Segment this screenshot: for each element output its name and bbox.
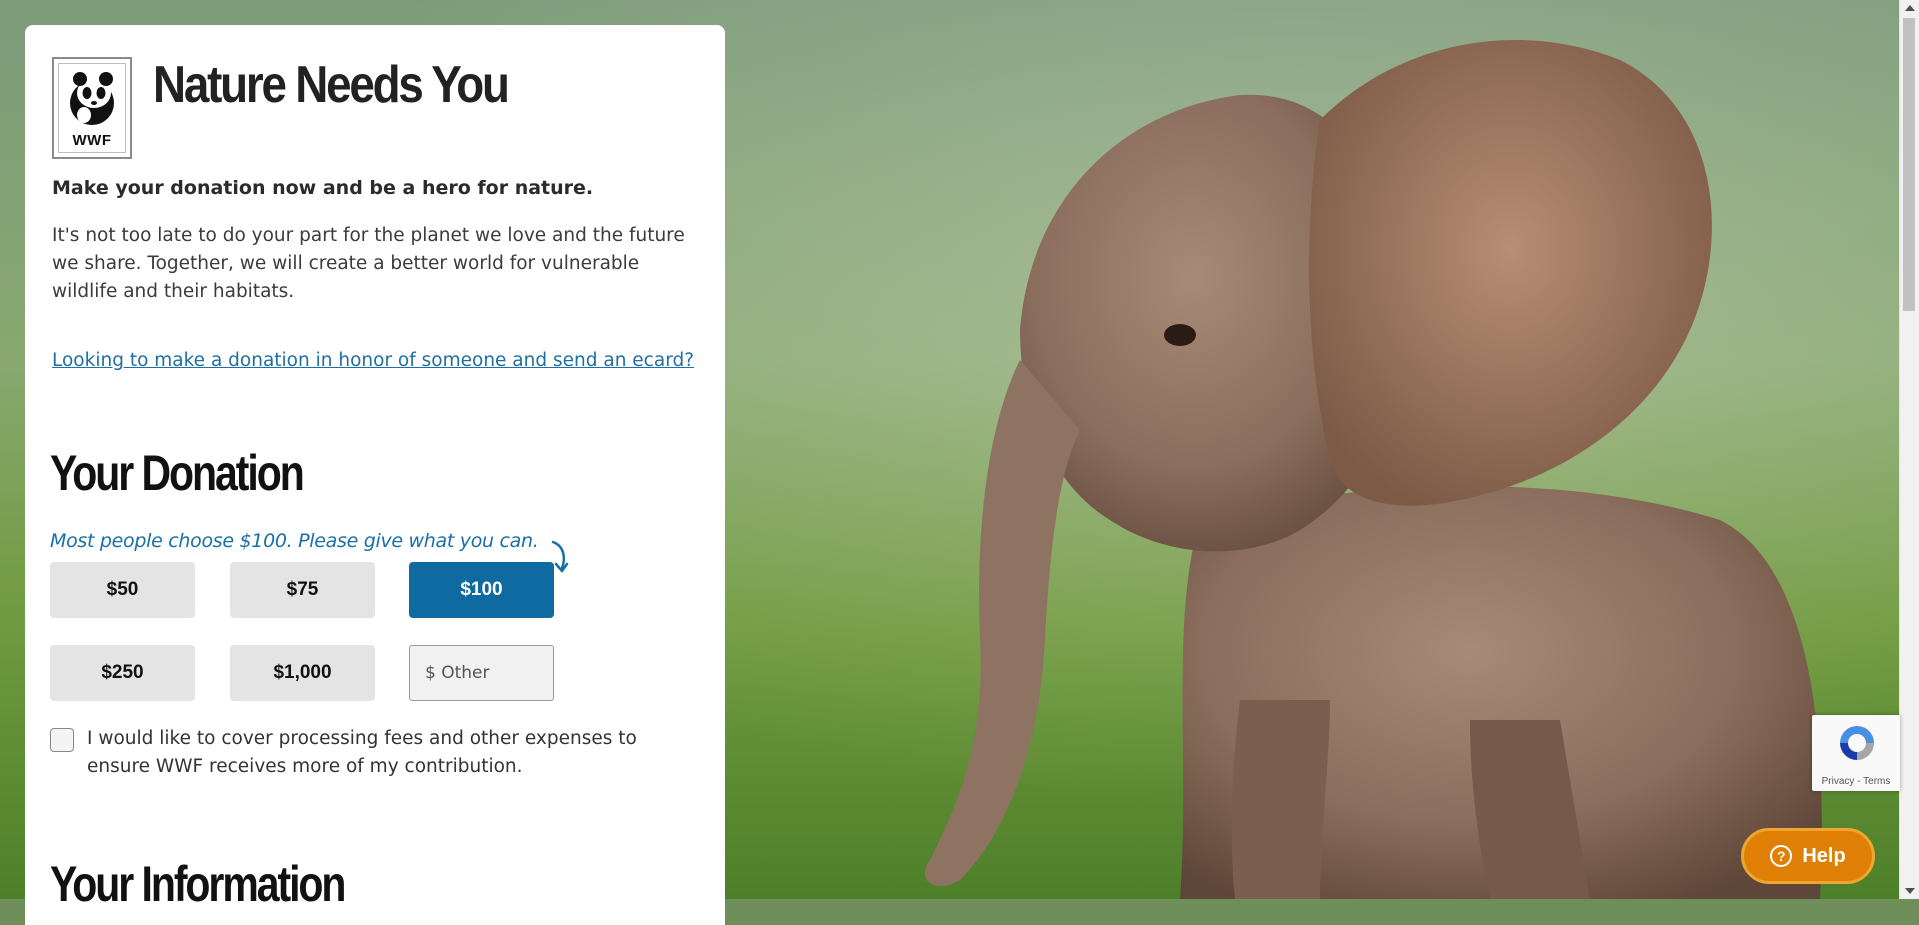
help-label: Help xyxy=(1802,844,1846,867)
recaptcha-icon xyxy=(1840,726,1874,760)
page-scrollbar[interactable] xyxy=(1899,0,1919,899)
question-icon: ? xyxy=(1770,845,1793,867)
amount-1000-button[interactable]: $1,000 xyxy=(230,645,375,701)
wwf-logo[interactable]: WWF xyxy=(52,57,132,159)
panda-icon xyxy=(70,72,114,125)
cover-fees-checkbox[interactable] xyxy=(50,728,74,752)
amount-250-button[interactable]: $250 xyxy=(50,645,195,701)
help-button[interactable]: ? Help xyxy=(1741,828,1875,884)
recaptcha-badge[interactable]: Privacy - Terms xyxy=(1812,715,1900,791)
recaptcha-links[interactable]: Privacy - Terms xyxy=(1812,776,1900,787)
cover-fees-label: I would like to cover processing fees an… xyxy=(87,728,637,777)
logo-wordmark: WWF xyxy=(72,132,112,149)
donation-card: WWF Nature Needs You Make your donation … xyxy=(25,25,725,925)
amount-50-button[interactable]: $50 xyxy=(50,562,195,618)
lead-text: Make your donation now and be a hero for… xyxy=(52,177,594,199)
scroll-down-icon[interactable] xyxy=(1905,888,1915,894)
page-title: Nature Needs You xyxy=(153,56,510,114)
scrollbar-thumb[interactable] xyxy=(1903,18,1915,311)
your-donation-heading: Your Donation xyxy=(50,445,305,501)
amount-100-button[interactable]: $100 xyxy=(409,562,554,618)
scroll-up-icon[interactable] xyxy=(1905,5,1915,11)
other-amount-input[interactable] xyxy=(409,645,554,701)
ecard-donation-link[interactable]: Looking to make a donation in honor of s… xyxy=(52,350,694,371)
your-information-heading: Your Information xyxy=(50,856,346,912)
intro-paragraph: It's not too late to do your part for th… xyxy=(52,225,685,302)
amount-75-button[interactable]: $75 xyxy=(230,562,375,618)
donation-hint: Most people choose $100. Please give wha… xyxy=(50,530,539,552)
